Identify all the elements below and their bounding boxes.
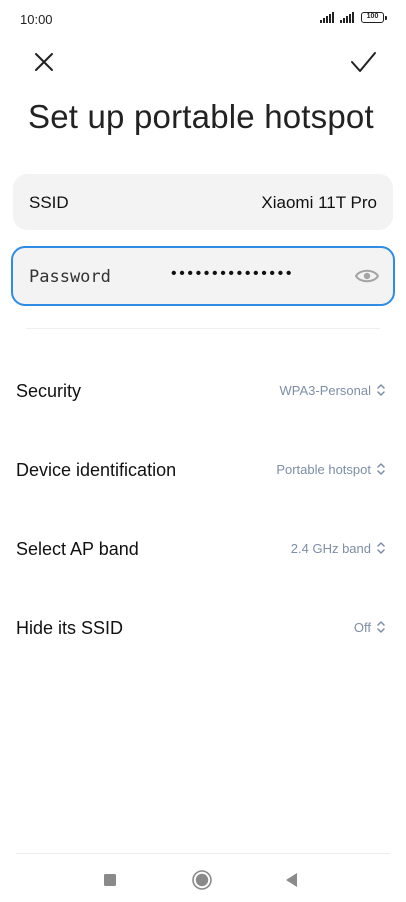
ssid-field[interactable]: SSID Xiaomi 11T Pro xyxy=(13,174,393,230)
ssid-label: SSID xyxy=(29,193,69,212)
updown-chevron-icon xyxy=(377,463,385,475)
eye-icon xyxy=(354,269,380,283)
updown-chevron-icon xyxy=(377,384,385,396)
signal-icon-2 xyxy=(340,12,354,23)
setting-label-hide-ssid: Hide its SSID xyxy=(16,618,124,638)
setting-row-device-identification[interactable]: Device identification Portable hotspot xyxy=(0,445,406,497)
nav-divider xyxy=(16,853,390,854)
battery-icon: 100 xyxy=(361,12,387,23)
setting-row-hide-ssid[interactable]: Hide its SSID Off xyxy=(0,603,406,655)
show-password-button[interactable] xyxy=(354,266,380,286)
close-button[interactable] xyxy=(27,46,61,80)
back-triangle-icon xyxy=(286,873,297,887)
updown-chevron-icon xyxy=(377,542,385,554)
updown-chevron-icon xyxy=(377,621,385,633)
section-divider xyxy=(26,328,380,329)
setting-value-hide-ssid: Off xyxy=(353,620,371,635)
status-bar: 10:00 100 xyxy=(0,0,406,40)
password-field[interactable]: Password ••••••••••••••• xyxy=(11,246,395,306)
close-icon xyxy=(35,53,53,71)
home-button[interactable] xyxy=(190,868,214,892)
signal-icon xyxy=(320,12,334,23)
setting-row-security[interactable]: Security WPA3-Personal xyxy=(0,366,406,418)
recents-button[interactable] xyxy=(98,868,122,892)
checkmark-icon xyxy=(351,52,376,72)
page-title: Set up portable hotspot xyxy=(28,98,374,135)
setting-value-ap-band: 2.4 GHz band xyxy=(290,541,371,556)
setting-label-device-identification: Device identification xyxy=(16,460,177,480)
home-circle-icon xyxy=(192,870,212,890)
back-button[interactable] xyxy=(280,868,304,892)
status-icons: 100 xyxy=(320,12,387,23)
setting-label-ap-band: Select AP band xyxy=(16,539,139,559)
setting-row-ap-band[interactable]: Select AP band 2.4 GHz band xyxy=(0,524,406,576)
recents-square-icon xyxy=(104,874,116,886)
password-label: Password xyxy=(29,267,111,287)
setting-label-security: Security xyxy=(16,381,82,401)
ssid-value: Xiaomi 11T Pro xyxy=(261,193,377,212)
setting-value-device-identification: Portable hotspot xyxy=(276,462,371,477)
password-value: ••••••••••••••• xyxy=(171,265,295,282)
confirm-button[interactable] xyxy=(346,46,380,80)
navigation-bar xyxy=(0,858,406,902)
setting-value-security: WPA3-Personal xyxy=(279,383,371,398)
status-time: 10:00 xyxy=(20,12,53,27)
